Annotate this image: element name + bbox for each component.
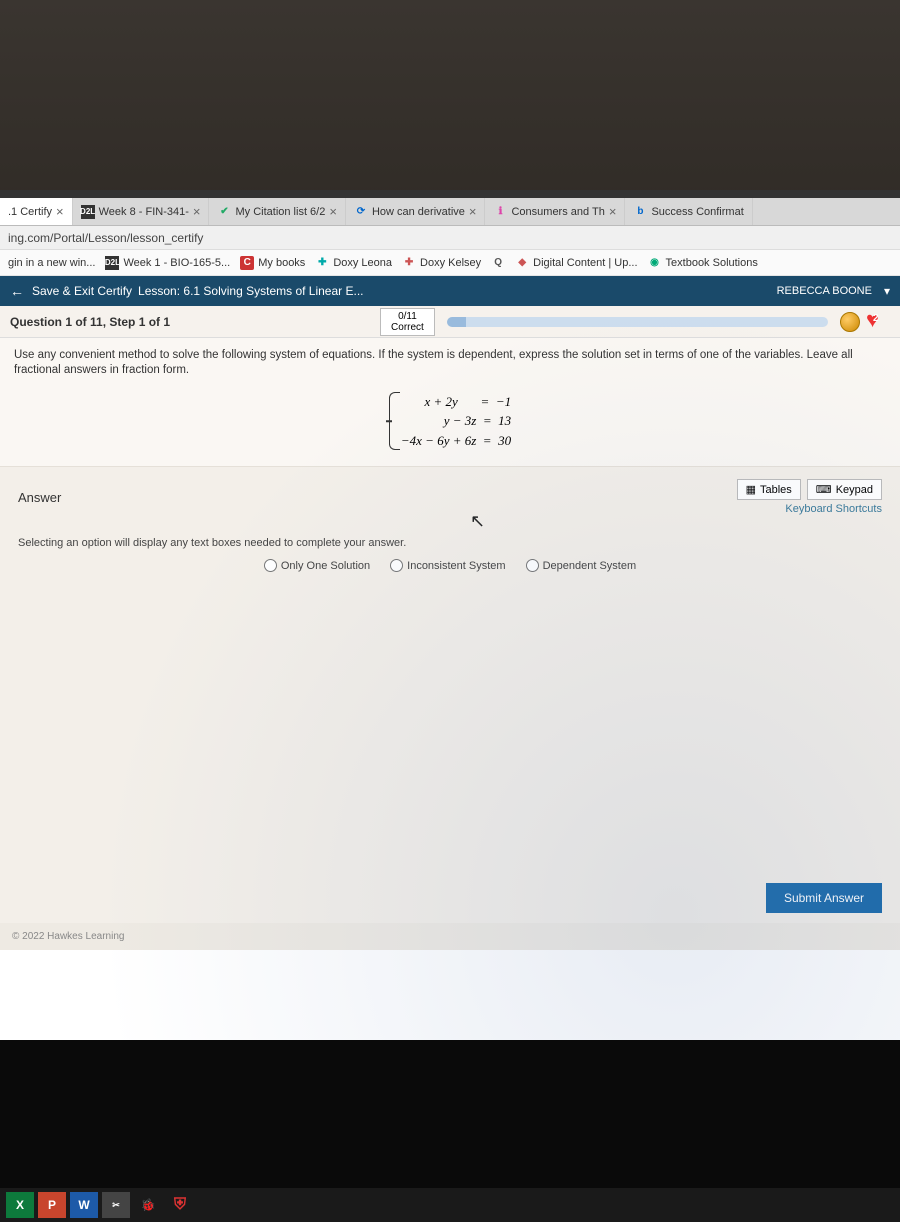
- correct-count: 0/11: [391, 311, 424, 322]
- coin-icon: [840, 312, 860, 332]
- info-icon: ℹ: [493, 205, 507, 219]
- bookmark-doxy-leona[interactable]: ✚Doxy Leona: [315, 256, 392, 270]
- lives-count: 2: [873, 313, 879, 324]
- answer-label: Answer: [18, 490, 61, 505]
- copyright-text: © 2022 Hawkes Learning: [0, 923, 900, 950]
- tab-label: Week 8 - FIN-341-: [99, 206, 189, 218]
- tab-label: .1 Certify: [8, 206, 52, 218]
- correct-label: Correct: [391, 322, 424, 333]
- tab-citation[interactable]: ✔ My Citation list 6/2 ×: [209, 198, 345, 225]
- lives-heart: 2: [866, 311, 890, 333]
- table-icon: ▦: [746, 483, 756, 496]
- search-icon: Q: [491, 256, 505, 270]
- instruction-text: Use any convenient method to solve the f…: [14, 348, 886, 378]
- close-icon[interactable]: ×: [609, 204, 617, 219]
- close-icon[interactable]: ×: [56, 204, 64, 219]
- question-content: Use any convenient method to solve the f…: [0, 338, 900, 467]
- browser-tab-strip: .1 Certify × D2L Week 8 - FIN-341- × ✔ M…: [0, 198, 900, 226]
- powerpoint-icon[interactable]: P: [38, 1192, 66, 1218]
- keypad-icon: ⌨: [816, 483, 832, 496]
- bookmark-digital[interactable]: ◆Digital Content | Up...: [515, 256, 637, 270]
- correct-counter: 0/11 Correct: [380, 308, 435, 336]
- question-title: Question 1 of 11, Step 1 of 1: [10, 315, 170, 329]
- equation-2: y − 3z = 13: [401, 411, 511, 431]
- radio-inconsistent[interactable]: Inconsistent System: [390, 559, 505, 572]
- mcafee-icon[interactable]: ⛨: [166, 1192, 194, 1218]
- caret-down-icon[interactable]: ▾: [884, 284, 890, 298]
- equation-1: x + 2y = −1: [401, 392, 511, 412]
- tab-week8[interactable]: D2L Week 8 - FIN-341- ×: [73, 198, 210, 225]
- tab-label: Success Confirmat: [651, 206, 743, 218]
- bookmark-week1[interactable]: D2LWeek 1 - BIO-165-5...: [105, 256, 230, 270]
- radio-dependent[interactable]: Dependent System: [526, 559, 637, 572]
- app-icon[interactable]: 🐞: [134, 1192, 162, 1218]
- d2l-icon: D2L: [105, 256, 119, 270]
- bookmark-search[interactable]: Q: [491, 256, 505, 270]
- refresh-icon: ⟳: [354, 205, 368, 219]
- selection-hint: Selecting an option will display any tex…: [18, 537, 882, 549]
- windows-taskbar: X P W ✂ 🐞 ⛨: [0, 1188, 900, 1222]
- check-icon: ✔: [217, 205, 231, 219]
- tab-success[interactable]: b Success Confirmat: [625, 198, 752, 225]
- radio-one-solution[interactable]: Only One Solution: [264, 559, 370, 572]
- bookmark-doxy-kelsey[interactable]: ✚Doxy Kelsey: [402, 256, 481, 270]
- tab-certify[interactable]: .1 Certify ×: [0, 198, 73, 225]
- excel-icon[interactable]: X: [6, 1192, 34, 1218]
- user-name[interactable]: REBECCA BOONE: [777, 285, 872, 297]
- bookmarks-bar: gin in a new win... D2LWeek 1 - BIO-165-…: [0, 250, 900, 276]
- app-topbar: ← Save & Exit Certify Lesson: 6.1 Solvin…: [0, 276, 900, 306]
- url-text: ing.com/Portal/Lesson/lesson_certify: [8, 231, 203, 245]
- close-icon[interactable]: ×: [469, 204, 477, 219]
- bookmark-mybooks[interactable]: CMy books: [240, 256, 305, 270]
- submit-answer-button[interactable]: Submit Answer: [766, 883, 882, 913]
- d2l-icon: D2L: [81, 205, 95, 219]
- keypad-button[interactable]: ⌨Keypad: [807, 479, 882, 500]
- equation-3: −4x − 6y + 6z = 30: [401, 431, 511, 451]
- plus-icon: ✚: [402, 256, 416, 270]
- close-icon[interactable]: ×: [193, 204, 201, 219]
- word-icon[interactable]: W: [70, 1192, 98, 1218]
- keyboard-shortcuts-link[interactable]: Keyboard Shortcuts: [785, 503, 882, 515]
- answer-area: Answer ▦Tables ⌨Keypad Keyboard Shortcut…: [0, 467, 900, 877]
- diamond-icon: ◆: [515, 256, 529, 270]
- tab-label: Consumers and Th: [511, 206, 604, 218]
- save-exit-link[interactable]: Save & Exit Certify: [32, 284, 132, 298]
- question-bar: Question 1 of 11, Step 1 of 1 0/11 Corre…: [0, 306, 900, 338]
- chegg-icon: C: [240, 256, 254, 270]
- tab-consumers[interactable]: ℹ Consumers and Th ×: [485, 198, 625, 225]
- back-icon[interactable]: ←: [10, 283, 24, 299]
- bookmark-login[interactable]: gin in a new win...: [8, 257, 95, 269]
- tables-button[interactable]: ▦Tables: [737, 479, 801, 500]
- tab-derivative[interactable]: ⟳ How can derivative ×: [346, 198, 486, 225]
- progress-bar: [447, 317, 828, 327]
- bookmark-textbook[interactable]: ◉Textbook Solutions: [648, 256, 758, 270]
- lesson-title: Lesson: 6.1 Solving Systems of Linear E.…: [138, 284, 363, 298]
- system-brace: x + 2y = −1 y − 3z = 13 −4x − 6y + 6z = …: [389, 392, 511, 451]
- tab-label: My Citation list 6/2: [235, 206, 325, 218]
- tab-label: How can derivative: [372, 206, 465, 218]
- b-icon: b: [633, 205, 647, 219]
- snip-icon[interactable]: ✂: [102, 1192, 130, 1218]
- plus-icon: ✚: [315, 256, 329, 270]
- globe-icon: ◉: [648, 256, 662, 270]
- address-bar[interactable]: ing.com/Portal/Lesson/lesson_certify: [0, 226, 900, 250]
- close-icon[interactable]: ×: [329, 204, 337, 219]
